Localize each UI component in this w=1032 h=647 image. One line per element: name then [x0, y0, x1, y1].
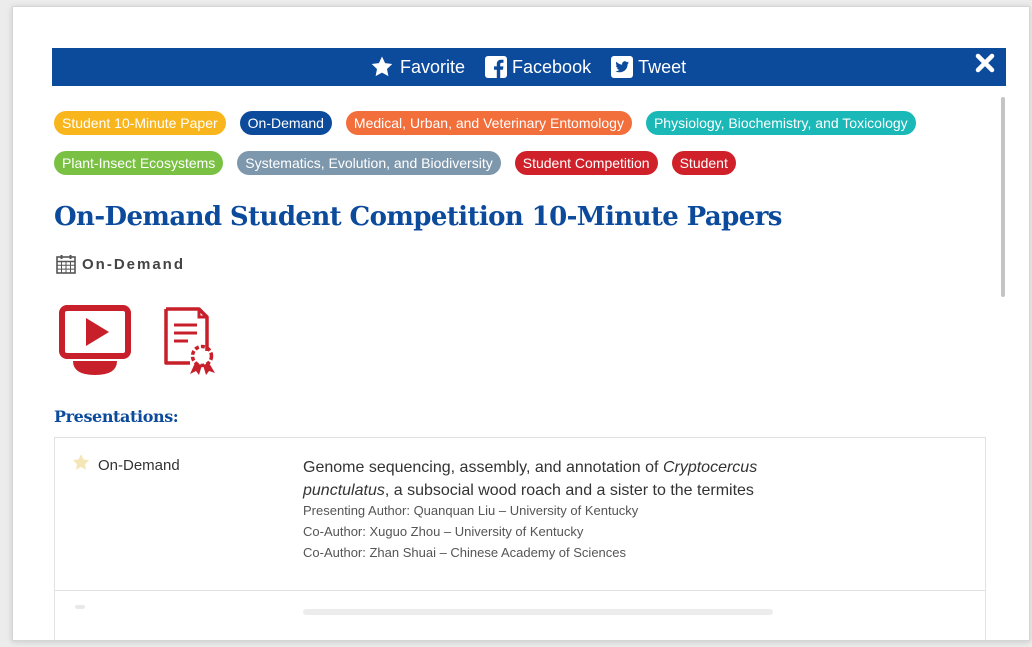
tag-plant-insect-ecosystems[interactable]: Plant-Insect Ecosystems: [54, 151, 224, 175]
tag-on-demand[interactable]: On-Demand: [239, 111, 332, 135]
scrollbar[interactable]: [999, 97, 1007, 617]
facebook-share-button[interactable]: Facebook: [485, 56, 591, 78]
presentation-row: On-Demand Genome sequencing, assembly, a…: [55, 438, 985, 591]
session-schedule: On-Demand: [56, 254, 185, 274]
close-icon: [975, 53, 995, 73]
tag-row-2: Plant-Insect Ecosystems Systematics, Evo…: [54, 151, 984, 175]
presentations-list: On-Demand Genome sequencing, assembly, a…: [54, 437, 986, 640]
scrollbar-thumb[interactable]: [1001, 97, 1005, 297]
share-bar: Favorite Facebook Tweet: [52, 48, 1006, 86]
truncated-text: [303, 609, 773, 615]
presentation-title-suffix: , a subsocial wood roach and a sister to…: [384, 482, 754, 499]
close-button[interactable]: [974, 52, 996, 74]
favorite-button[interactable]: Favorite: [369, 55, 465, 79]
video-play-icon: [59, 305, 131, 375]
tag-list: Student 10-Minute Paper On-Demand Medica…: [54, 111, 984, 191]
tweet-button[interactable]: Tweet: [611, 56, 686, 78]
tag-student-10-minute-paper[interactable]: Student 10-Minute Paper: [54, 111, 226, 135]
certificate-icon: [164, 307, 215, 375]
star-icon: [72, 454, 90, 470]
tweet-label: Tweet: [638, 56, 687, 77]
tag-physiology-biochemistry-toxicology[interactable]: Physiology, Biochemistry, and Toxicology: [645, 111, 916, 135]
facebook-icon: [485, 56, 508, 78]
twitter-icon: [611, 56, 634, 78]
schedule-label: On-Demand: [82, 255, 186, 273]
calendar-icon: [56, 255, 76, 274]
session-resources: [59, 305, 223, 382]
tag-systematics-evolution-biodiversity[interactable]: Systematics, Evolution, and Biodiversity: [237, 151, 501, 175]
favorite-label: Favorite: [400, 56, 466, 77]
star-icon: [371, 56, 393, 77]
presentation-title-prefix: Genome sequencing, assembly, and annotat…: [303, 459, 663, 476]
tag-student-competition[interactable]: Student Competition: [514, 151, 658, 175]
presentation-type: On-Demand: [98, 457, 180, 474]
tag-medical-urban-veterinary[interactable]: Medical, Urban, and Veterinary Entomolog…: [345, 111, 632, 135]
tag-row-1: Student 10-Minute Paper On-Demand Medica…: [54, 111, 984, 135]
session-title: On-Demand Student Competition 10-Minute …: [54, 202, 782, 232]
presentations-heading: Presentations:: [54, 407, 179, 426]
presentation-title[interactable]: Genome sequencing, assembly, and annotat…: [303, 456, 803, 502]
session-modal: Favorite Facebook Tweet Student 10-Minut…: [12, 6, 1030, 641]
tag-student[interactable]: Student: [671, 151, 736, 175]
favorite-presentation-button[interactable]: [71, 453, 91, 477]
co-author: Co-Author: Zhan Shuai – Chinese Academy …: [303, 545, 627, 560]
star-icon: [75, 605, 85, 609]
facebook-label: Facebook: [512, 56, 592, 77]
share-actions: Favorite Facebook Tweet: [369, 48, 686, 86]
presentation-row-partial: [55, 591, 985, 640]
certificate-button[interactable]: [163, 305, 223, 380]
co-author: Co-Author: Xuguo Zhou – University of Ke…: [303, 524, 584, 539]
presenting-author: Presenting Author: Quanquan Liu – Univer…: [303, 503, 639, 518]
video-button[interactable]: [59, 305, 131, 382]
presentation-details: Genome sequencing, assembly, and annotat…: [303, 456, 803, 561]
